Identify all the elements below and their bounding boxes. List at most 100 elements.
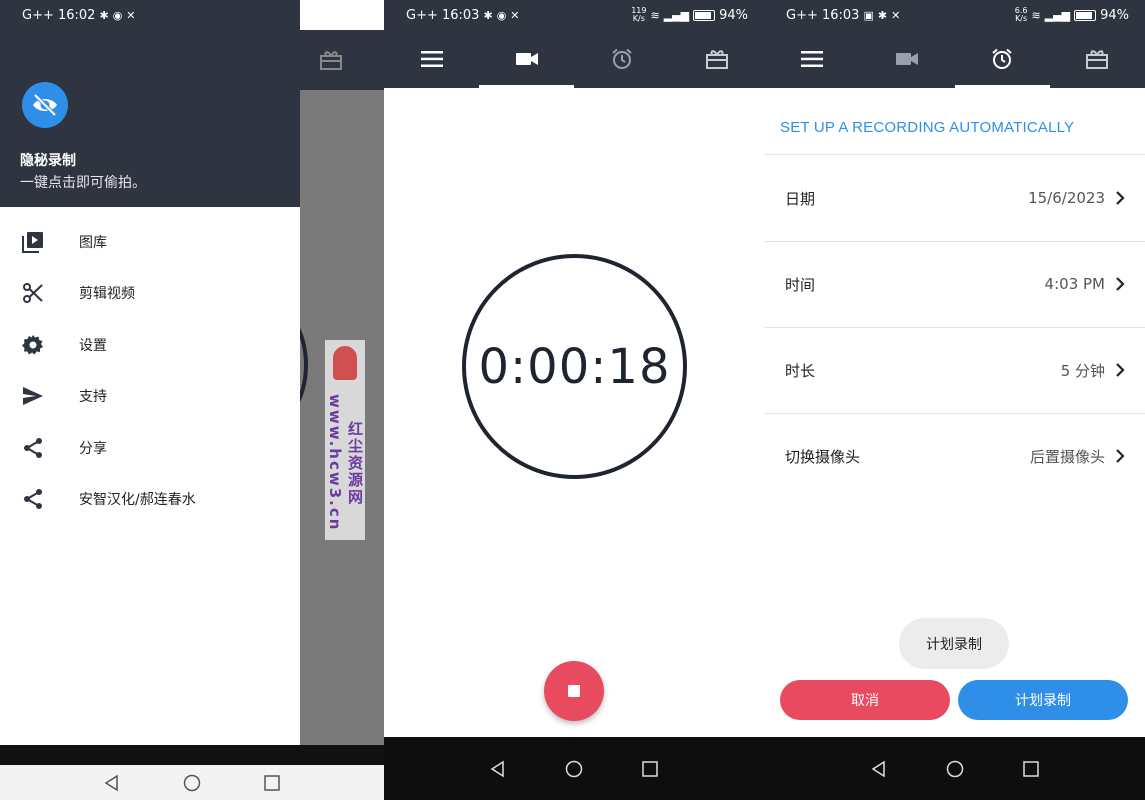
menu-item-edit-video[interactable]: 剪辑视频: [0, 268, 300, 320]
row-label: 切换摄像头: [785, 447, 861, 466]
tab-gift[interactable]: [669, 30, 764, 88]
alarm-icon: [611, 48, 632, 69]
camera-icon: ◉: [112, 8, 123, 22]
chevron-right-icon: [1113, 277, 1127, 291]
hamburger-icon: [800, 51, 823, 67]
back-icon[interactable]: [489, 760, 507, 778]
menu-item-label: 图库: [79, 234, 107, 251]
row-camera[interactable]: 切换摄像头 后置摄像头: [764, 413, 1145, 499]
video-library-icon: [20, 229, 46, 255]
schedule-recording-button[interactable]: 计划录制: [958, 680, 1128, 720]
battery-level: 94%: [1100, 7, 1129, 23]
menu-item-support[interactable]: 支持: [0, 371, 300, 423]
tab-schedule[interactable]: [954, 30, 1051, 88]
battery-level: 94%: [719, 7, 748, 23]
back-icon[interactable]: [103, 774, 121, 792]
row-value: 5 分钟: [1060, 361, 1105, 380]
mute-icon: ✕: [510, 8, 520, 22]
recents-icon[interactable]: [263, 774, 281, 792]
eye-off-icon: [33, 93, 57, 117]
home-icon[interactable]: [946, 760, 964, 778]
row-label: 时间: [785, 275, 816, 294]
app-logo-icon: [22, 82, 68, 128]
menu-button[interactable]: [384, 30, 479, 88]
gift-icon: [705, 50, 728, 69]
videocam-icon: [515, 53, 538, 65]
recents-icon[interactable]: [1022, 760, 1040, 778]
camera-icon: ◉: [496, 8, 507, 22]
battery-icon: [1074, 9, 1097, 21]
send-icon: [20, 383, 46, 409]
row-value: 4:03 PM: [1044, 275, 1105, 293]
carrier-time: G++ 16:02: [22, 7, 96, 23]
drawer-header: G++ 16:02 ✱ ◉ ✕ 隐秘录制 一键点击即可偷拍。: [0, 0, 300, 207]
share-icon: [20, 486, 46, 512]
battery-icon: [693, 9, 716, 21]
top-app-bar: G++ 16:03 ✱ ◉ ✕ 119 K/s ≋ ▂▄▆ 94%: [384, 0, 764, 88]
carrier-time: G++ 16:03: [786, 7, 860, 23]
bluetooth-icon: ✱: [483, 8, 493, 22]
menu-item-credits[interactable]: 安智汉化/郝连春水: [0, 474, 300, 526]
cancel-button[interactable]: 取消: [780, 680, 950, 720]
drawer-menu: 图库 剪辑视频 设置 支持 分享 安智汉化/郝连春水: [0, 216, 300, 525]
status-bar: G++ 16:03 ✱ ◉ ✕ 119 K/s ≋ ▂▄▆ 94%: [384, 0, 764, 30]
system-nav-bar: [384, 737, 764, 800]
videocam-icon: [895, 53, 918, 65]
recents-icon[interactable]: [641, 760, 659, 778]
watermark-text: 红尘资源网 www.hcw3.cn: [326, 394, 364, 532]
toast-message: 计划录制: [899, 618, 1009, 669]
section-title: SET UP A RECORDING AUTOMATICALLY: [780, 119, 1075, 136]
bluetooth-icon: ✱: [877, 8, 888, 22]
wifi-icon: ≋: [1031, 8, 1041, 22]
tab-record[interactable]: [859, 30, 954, 88]
menu-item-gallery[interactable]: 图库: [0, 216, 300, 268]
carrier-time: G++ 16:03: [406, 7, 480, 23]
system-nav-bar: [764, 737, 1145, 800]
mute-icon: ✕: [891, 8, 901, 22]
home-icon[interactable]: [565, 760, 583, 778]
schedule-screen: G++ 16:03 ▣ ✱ ✕ 6.6 K/s ≋ ▂▄▆ 94% SET UP…: [764, 0, 1145, 800]
row-value: 后置摄像头: [1029, 447, 1105, 466]
menu-item-label: 安智汉化/郝连春水: [79, 492, 196, 509]
home-icon[interactable]: [183, 774, 201, 792]
row-duration[interactable]: 时长 5 分钟: [764, 327, 1145, 413]
tab-record[interactable]: [479, 30, 574, 88]
menu-item-share[interactable]: 分享: [0, 422, 300, 474]
tab-schedule[interactable]: [574, 30, 669, 88]
menu-item-label: 设置: [79, 337, 107, 354]
bluetooth-icon: ✱: [99, 8, 109, 22]
share-icon: [20, 435, 46, 461]
menu-button[interactable]: [764, 30, 859, 88]
nfc-icon: ▣: [863, 8, 874, 22]
app-name: 隐秘录制: [20, 153, 76, 169]
chevron-right-icon: [1113, 363, 1127, 377]
menu-item-settings[interactable]: 设置: [0, 319, 300, 371]
chevron-right-icon: [1113, 191, 1127, 205]
mute-icon: ✕: [126, 8, 136, 22]
signal-icon: ▂▄▆: [663, 8, 690, 22]
navigation-drawer: G++ 16:02 ✱ ◉ ✕ 隐秘录制 一键点击即可偷拍。 图库 剪辑视频 设…: [0, 0, 300, 745]
bottom-bar: [0, 745, 384, 765]
tab-bar: [384, 30, 764, 88]
net-speed: 119 K/s: [631, 6, 647, 23]
stop-icon: [568, 685, 580, 697]
timer-ring: 0:00:18: [462, 254, 687, 479]
watermark-logo: [333, 346, 357, 380]
menu-item-label: 支持: [79, 389, 107, 406]
stop-recording-button[interactable]: [544, 661, 604, 721]
row-date[interactable]: 日期 15/6/2023: [764, 155, 1145, 241]
system-nav-bar: [0, 765, 384, 800]
elapsed-time: 0:00:18: [478, 338, 671, 395]
alarm-icon: [992, 48, 1012, 69]
gift-icon: [320, 51, 342, 70]
scissors-icon: [20, 280, 46, 306]
row-time[interactable]: 时间 4:03 PM: [764, 241, 1145, 327]
signal-icon: ▂▄▆: [1044, 8, 1071, 22]
net-speed: 6.6 K/s: [1014, 6, 1028, 23]
gift-icon: [1086, 50, 1109, 69]
back-icon[interactable]: [870, 760, 888, 778]
tab-gift[interactable]: [1050, 30, 1145, 88]
chevron-right-icon: [1113, 449, 1127, 463]
menu-item-label: 分享: [79, 440, 107, 457]
row-value: 15/6/2023: [1028, 189, 1105, 207]
